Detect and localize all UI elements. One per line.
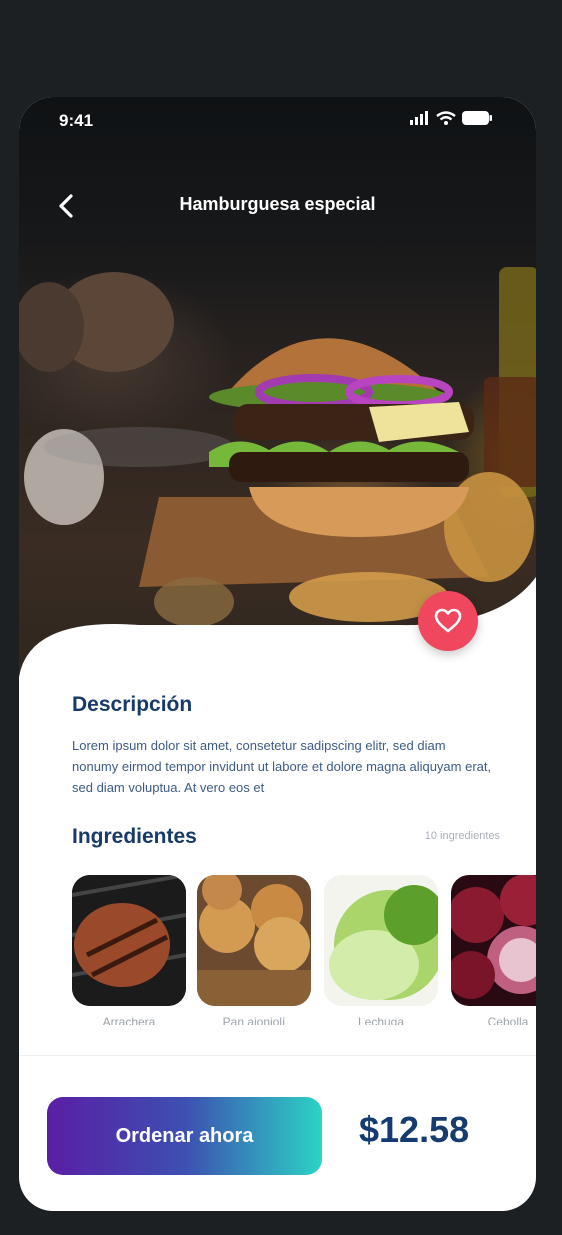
ingredient-image (451, 875, 536, 1006)
battery-icon (462, 111, 492, 125)
status-time: 9:41 (59, 111, 94, 130)
ingredient-image (72, 875, 186, 1006)
ingredient-card[interactable]: Cebolla (451, 875, 536, 1025)
ingredient-label: Pan ajonjolí (222, 1015, 286, 1025)
price-label: $12.58 (359, 1109, 470, 1150)
signal-icon (410, 111, 428, 125)
ingredient-label: Arrachera (102, 1015, 156, 1025)
ingredient-image (324, 875, 438, 1006)
description-text: Lorem ipsum dolor sit amet, consetetur s… (72, 738, 492, 795)
divider (19, 1055, 536, 1056)
heart-icon (434, 608, 462, 633)
ingredient-label: Cebolla (487, 1015, 529, 1025)
steak-image (72, 875, 186, 1006)
order-now-button[interactable]: Ordenar ahora (47, 1097, 322, 1175)
favorite-button[interactable] (418, 591, 478, 651)
lettuce-image (324, 875, 438, 1006)
hero-image: 9:41 Hamburguesa especial (19, 97, 536, 747)
phone-screen: 9:41 Hamburguesa especial Descripción Lo… (19, 97, 536, 1211)
description-heading: Descripción (72, 693, 193, 716)
ingredients-heading: Ingredientes (72, 825, 197, 848)
ingredients-list: Arrachera Pan ajonjolí Lechuga Cebolla (72, 875, 536, 1025)
ingredient-label: Lechuga (357, 1015, 405, 1025)
ingredient-card[interactable]: Pan ajonjolí (197, 875, 311, 1025)
status-icons (410, 111, 492, 125)
page-title: Hamburguesa especial (179, 194, 376, 214)
ingredient-card[interactable]: Lechuga (324, 875, 438, 1025)
buns-image (197, 875, 311, 1006)
ingredients-count: 10 ingredientes (424, 830, 500, 842)
burger-illustration (209, 338, 474, 537)
ingredient-card[interactable]: Arrachera (72, 875, 186, 1025)
wifi-icon (436, 111, 456, 125)
onion-image (451, 875, 536, 1006)
ingredient-image (197, 875, 311, 1006)
